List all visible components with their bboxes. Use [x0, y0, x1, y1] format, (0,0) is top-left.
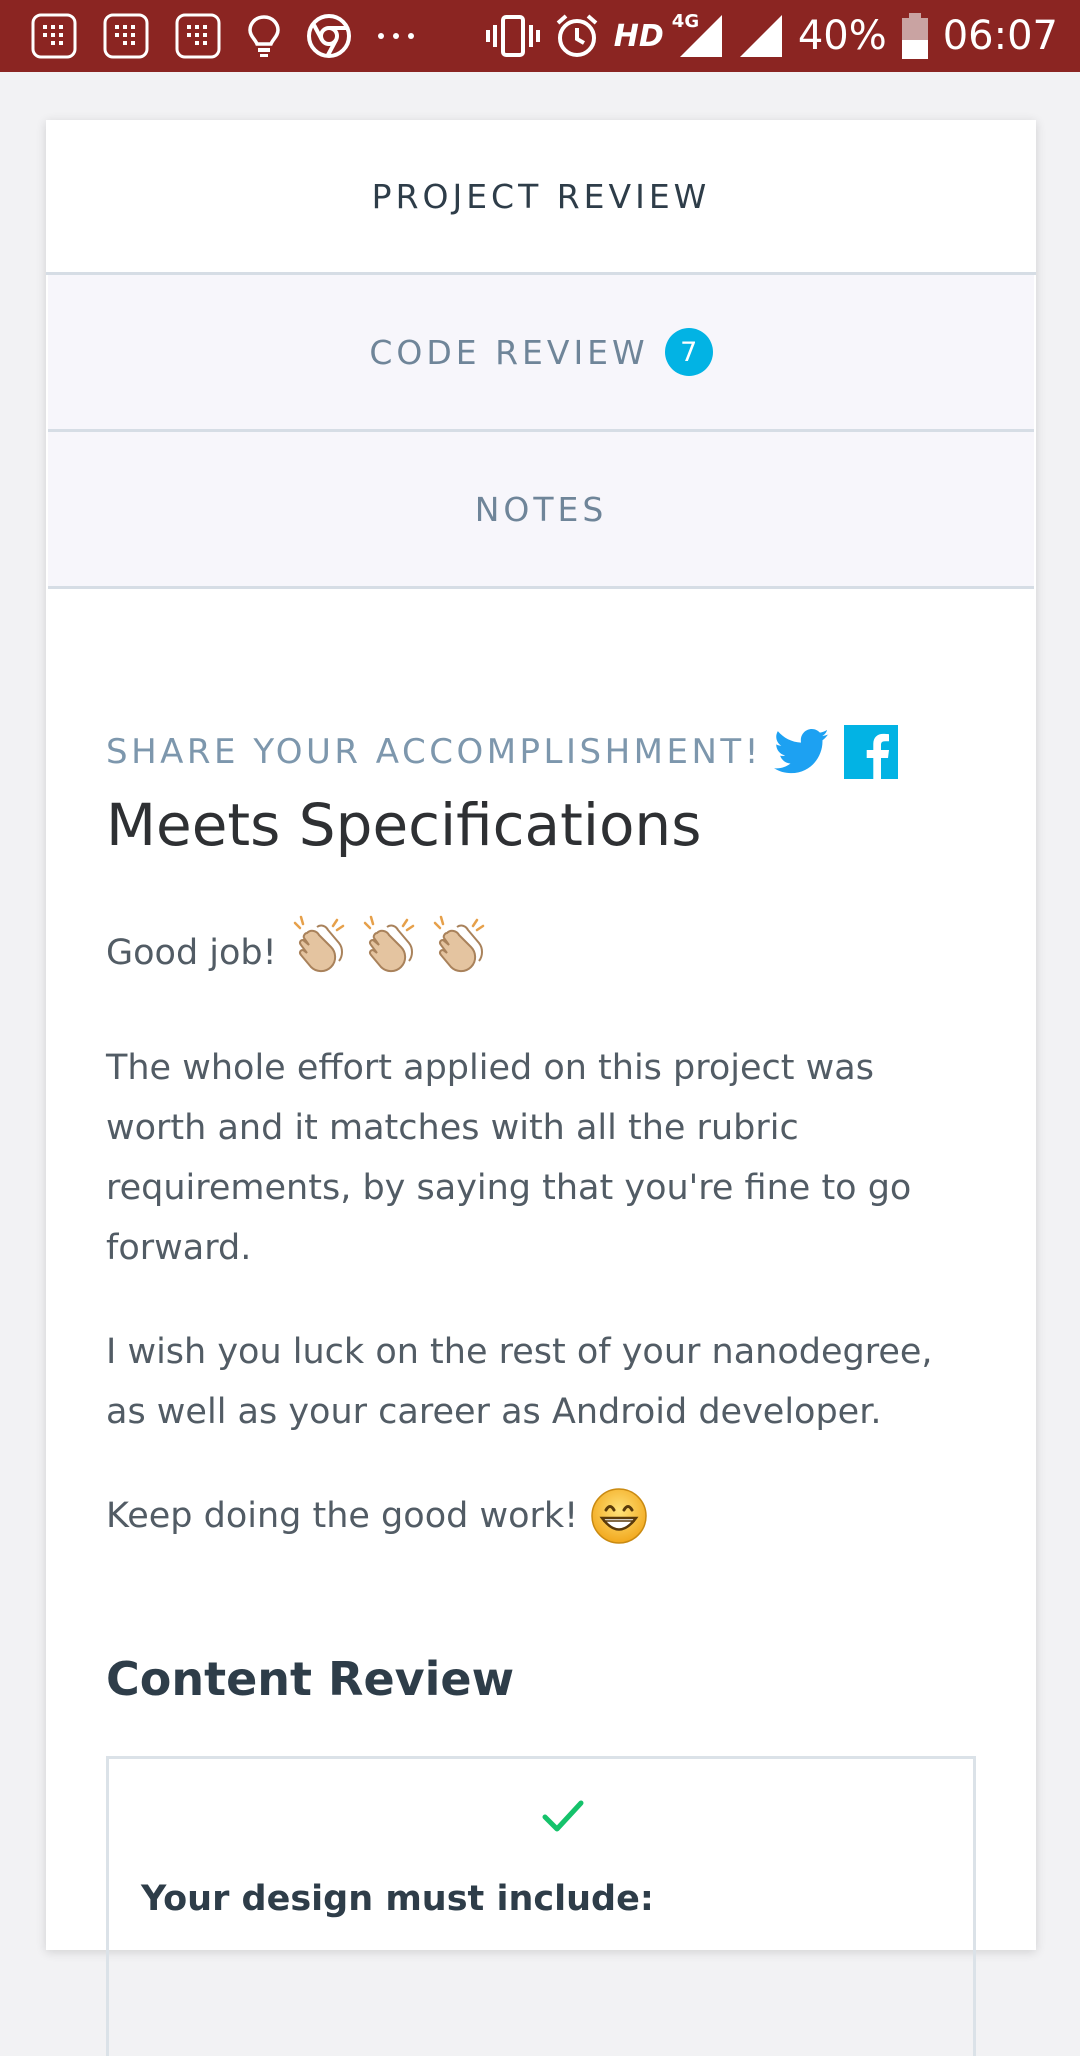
- content-review-heading: Content Review: [106, 1651, 515, 1706]
- more-dots-icon: [376, 31, 416, 41]
- tab-notes[interactable]: NOTES: [48, 432, 1034, 589]
- rubric-item-text: Your design must include:: [141, 1878, 654, 1919]
- signal-icon: [738, 13, 784, 59]
- rubric-item: Your design must include:: [106, 1755, 976, 2056]
- tab-project-review[interactable]: PROJECT REVIEW: [46, 120, 1036, 275]
- check-icon: [541, 1799, 585, 1840]
- lightbulb-icon: [246, 13, 282, 59]
- network-label: HD 4G: [613, 10, 700, 54]
- review-content: SHARE YOUR ACCOMPLISHMENT! Meets Specifi…: [46, 723, 1036, 2056]
- clapping-hands-icon: [289, 913, 351, 994]
- review-paragraph: Good job!: [106, 913, 976, 994]
- review-result-title: Meets Specifications: [106, 791, 702, 859]
- share-row: SHARE YOUR ACCOMPLISHMENT!: [106, 723, 976, 781]
- clock: 06:07: [942, 13, 1058, 59]
- battery-percent: 40%: [797, 13, 887, 59]
- review-paragraph-text: Good job!: [106, 933, 277, 974]
- calendar-icon: [174, 12, 222, 60]
- alarm-icon: [554, 13, 600, 59]
- tab-label: PROJECT REVIEW: [371, 176, 711, 216]
- vibrate-icon: [485, 13, 540, 59]
- calendar-icon: [30, 12, 78, 60]
- tab-label: NOTES: [474, 489, 608, 529]
- review-card: PROJECT REVIEW CODE REVIEW 7 NOTES SHARE…: [46, 120, 1036, 2056]
- facebook-icon[interactable]: [843, 725, 898, 779]
- grinning-face-icon: [590, 1487, 648, 1545]
- code-review-count-badge: 7: [664, 328, 713, 376]
- review-paragraph-text: Keep doing the good work!: [106, 1495, 579, 1536]
- network-type: 4G: [671, 10, 700, 32]
- calendar-icon: [102, 12, 150, 60]
- tab-label: CODE REVIEW: [369, 332, 649, 372]
- chrome-icon: [306, 13, 352, 59]
- status-bar-notifications: [30, 12, 416, 60]
- review-paragraph: Keep doing the good work!: [106, 1486, 976, 1546]
- status-bar-system: HD 4G 40% 06:07: [485, 10, 1058, 60]
- twitter-icon[interactable]: [773, 729, 830, 775]
- clapping-hands-icon: [429, 913, 491, 994]
- share-label: SHARE YOUR ACCOMPLISHMENT!: [106, 732, 762, 772]
- status-bar: HD 4G 40% 06:07: [0, 0, 1080, 72]
- review-paragraph: I wish you luck on the rest of your nano…: [106, 1331, 933, 1432]
- tab-code-review[interactable]: CODE REVIEW 7: [48, 275, 1034, 432]
- review-paragraph: The whole effort applied on this project…: [106, 1047, 912, 1268]
- clapping-emojis: [289, 913, 491, 994]
- clapping-hands-icon: [359, 913, 421, 994]
- battery-icon: [901, 12, 929, 60]
